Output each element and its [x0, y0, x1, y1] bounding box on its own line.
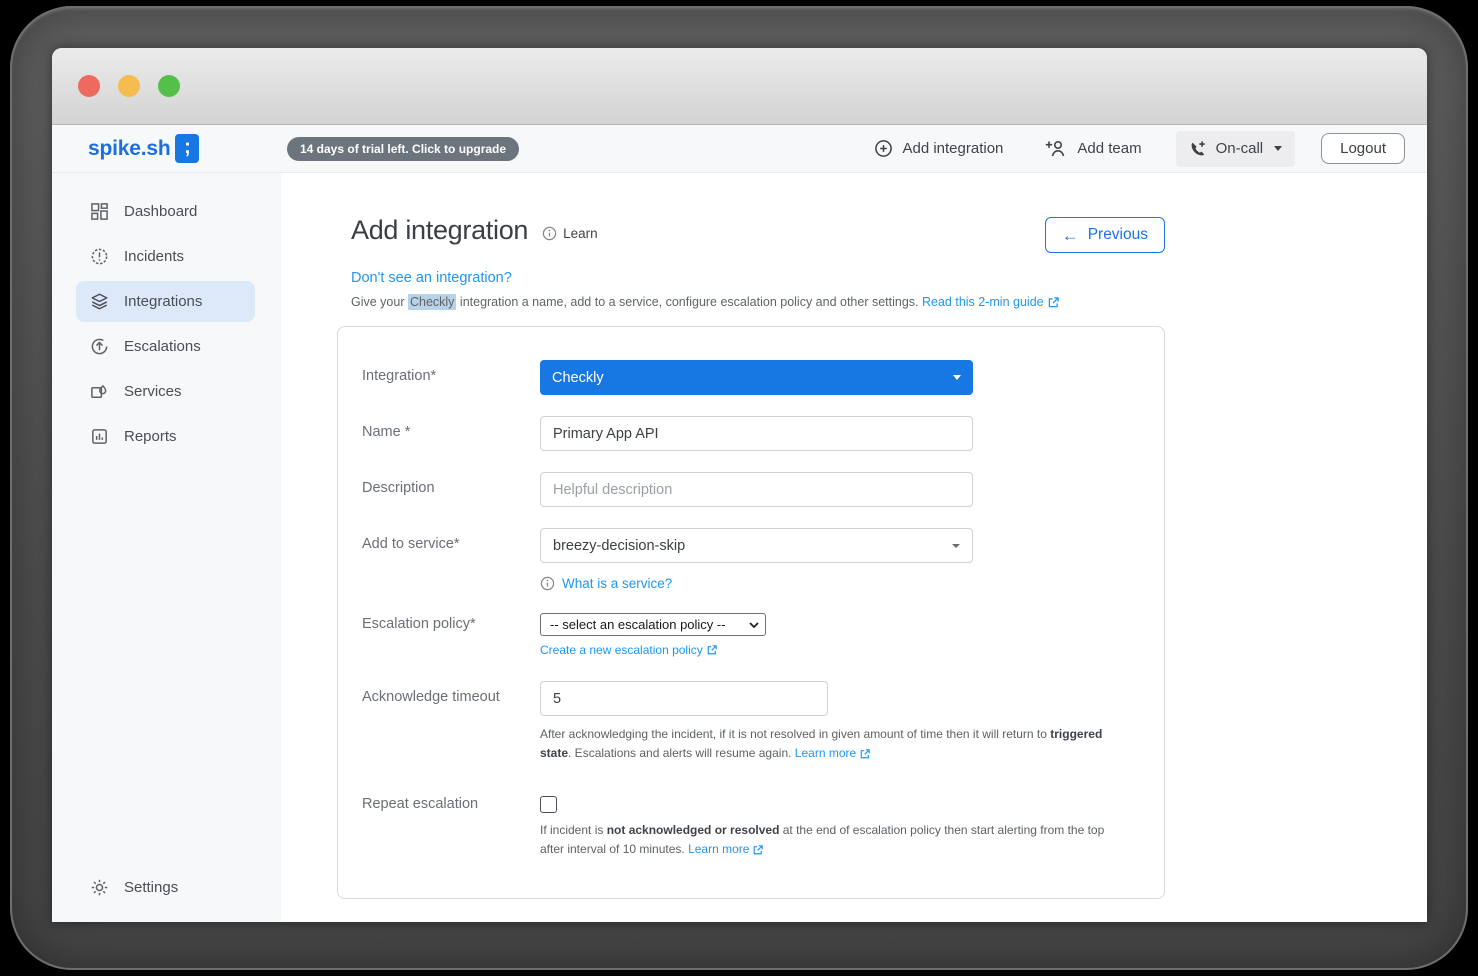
policy-label: Escalation policy*	[362, 616, 476, 632]
escalation-policy-select[interactable]: -- select an escalation policy --	[540, 613, 766, 636]
on-call-label: On-call	[1215, 140, 1264, 157]
service-select-value: breezy-decision-skip	[553, 537, 686, 554]
ack-help-after: . Escalations and alerts will resume aga…	[568, 746, 795, 761]
repeat-escalation-checkbox[interactable]	[540, 795, 557, 813]
window-titlebar	[52, 48, 1427, 125]
external-link-icon	[707, 645, 717, 655]
sidebar-item-label: Reports	[124, 428, 177, 445]
repeat-learn-more-link[interactable]: Learn more	[688, 840, 764, 859]
brand-logo[interactable]: spike.sh ;	[52, 134, 281, 163]
previous-button[interactable]: ← Previous	[1044, 217, 1165, 253]
add-integration-header-button[interactable]: Add integration	[874, 139, 1003, 158]
description-input[interactable]	[540, 472, 973, 507]
page-title: Add integration	[351, 215, 529, 245]
intro-text: Give your Checkly integration a name, ad…	[351, 294, 1427, 310]
left-arrow-icon: ←	[1061, 225, 1079, 245]
integration-select[interactable]: Checkly	[540, 360, 973, 395]
add-team-icon	[1046, 140, 1065, 157]
plus-circle-icon	[875, 140, 893, 157]
trial-banner[interactable]: 14 days of trial left. Click to upgrade	[287, 136, 520, 161]
integration-form-card: Integration* Checkly Name * Primary App …	[337, 326, 1165, 899]
sidebar-item-dashboard[interactable]: Dashboard	[76, 191, 255, 232]
sidebar-item-settings[interactable]: Settings	[76, 867, 255, 908]
sidebar-item-label: Escalations	[124, 338, 201, 355]
external-link-icon	[754, 845, 764, 855]
ack-timeout-help: After acknowledging the incident, if it …	[540, 725, 1118, 764]
learn-more-label: Learn more	[794, 746, 857, 761]
sidebar-item-incidents[interactable]: Incidents	[76, 236, 255, 277]
logout-button[interactable]: Logout	[1321, 133, 1405, 164]
read-guide-link[interactable]: Read this 2-min guide	[922, 295, 1059, 309]
app-window: spike.sh ; 14 days of trial left. Click …	[52, 48, 1427, 922]
create-escalation-policy-link[interactable]: Create a new escalation policy	[540, 643, 717, 657]
ack-timeout-label: Acknowledge timeout	[362, 689, 500, 705]
description-label: Description	[362, 480, 435, 496]
learn-link[interactable]: Learn	[542, 226, 598, 246]
repeat-help-bold: not acknowledged or resolved	[606, 822, 780, 837]
ack-help-before: After acknowledging the incident, if it …	[540, 727, 1051, 741]
external-link-icon	[1048, 296, 1059, 307]
ack-learn-more-link[interactable]: Learn more	[795, 744, 870, 763]
dashboard-icon	[91, 203, 108, 220]
escalation-policy-value: -- select an escalation policy --	[550, 617, 726, 632]
services-icon	[91, 384, 107, 398]
previous-label: Previous	[1087, 226, 1148, 243]
name-input[interactable]	[540, 416, 973, 451]
intro-after: integration a name, add to a service, co…	[456, 295, 922, 309]
add-integration-label: Add integration	[902, 140, 1004, 157]
sidebar-item-services[interactable]: Services	[76, 371, 255, 412]
learn-label: Learn	[563, 226, 598, 241]
add-team-button[interactable]: Add team	[1045, 140, 1142, 157]
brand-name: spike.sh	[88, 136, 171, 160]
incident-badge-icon	[91, 248, 108, 265]
ack-timeout-input[interactable]	[540, 681, 828, 716]
app-header: spike.sh ; 14 days of trial left. Click …	[52, 125, 1427, 173]
integration-label: Integration*	[362, 368, 437, 384]
chevron-down-icon	[952, 543, 960, 548]
sidebar-item-label: Dashboard	[124, 203, 198, 220]
main-content: Add integration Learn ← Previous Don't s…	[281, 173, 1427, 922]
integration-select-value: Checkly	[552, 369, 604, 386]
service-select[interactable]: breezy-decision-skip	[540, 528, 973, 563]
repeat-escalation-help: If incident is not acknowledged or resol…	[540, 821, 1118, 860]
service-label: Add to service*	[362, 536, 460, 552]
intro-highlight: Checkly	[407, 294, 457, 310]
gear-icon	[91, 879, 108, 896]
sidebar-item-label: Incidents	[124, 248, 185, 265]
chevron-down-icon	[1274, 146, 1283, 151]
escalation-arrow-icon	[91, 338, 108, 355]
sidebar-item-integrations[interactable]: Integrations	[76, 281, 255, 322]
external-link-icon	[860, 749, 870, 759]
sidebar-item-label: Services	[124, 383, 182, 400]
create-escalation-policy-label: Create a new escalation policy	[540, 643, 703, 657]
info-icon	[542, 226, 557, 241]
phone-plus-icon	[1191, 140, 1205, 155]
maximize-window-button[interactable]	[158, 75, 180, 97]
add-team-label: Add team	[1077, 140, 1142, 157]
close-window-button[interactable]	[78, 75, 100, 97]
intro-before: Give your	[351, 295, 408, 309]
minimize-window-button[interactable]	[118, 75, 140, 97]
repeat-help-before: If incident is	[540, 822, 607, 837]
on-call-dropdown[interactable]: On-call	[1175, 130, 1296, 167]
sidebar-item-reports[interactable]: Reports	[76, 416, 255, 457]
learn-more-label: Learn more	[688, 842, 750, 857]
what-is-service-link[interactable]: What is a service?	[562, 576, 672, 591]
name-label: Name *	[362, 424, 411, 440]
read-guide-label: Read this 2-min guide	[922, 295, 1044, 309]
repeat-escalation-label: Repeat escalation	[362, 795, 479, 812]
sidebar-item-escalations[interactable]: Escalations	[76, 326, 255, 367]
sidebar: Dashboard Incidents Integrations Escalat…	[52, 173, 281, 922]
brand-mark-icon: ;	[175, 134, 200, 163]
sidebar-item-label: Integrations	[124, 293, 203, 310]
sidebar-item-label: Settings	[124, 879, 179, 896]
info-icon	[540, 576, 555, 591]
chevron-down-icon	[749, 621, 759, 628]
reports-icon	[92, 429, 107, 444]
layers-icon	[91, 293, 108, 310]
chevron-down-icon	[953, 375, 961, 380]
dont-see-integration-link[interactable]: Don't see an integration?	[351, 270, 512, 286]
